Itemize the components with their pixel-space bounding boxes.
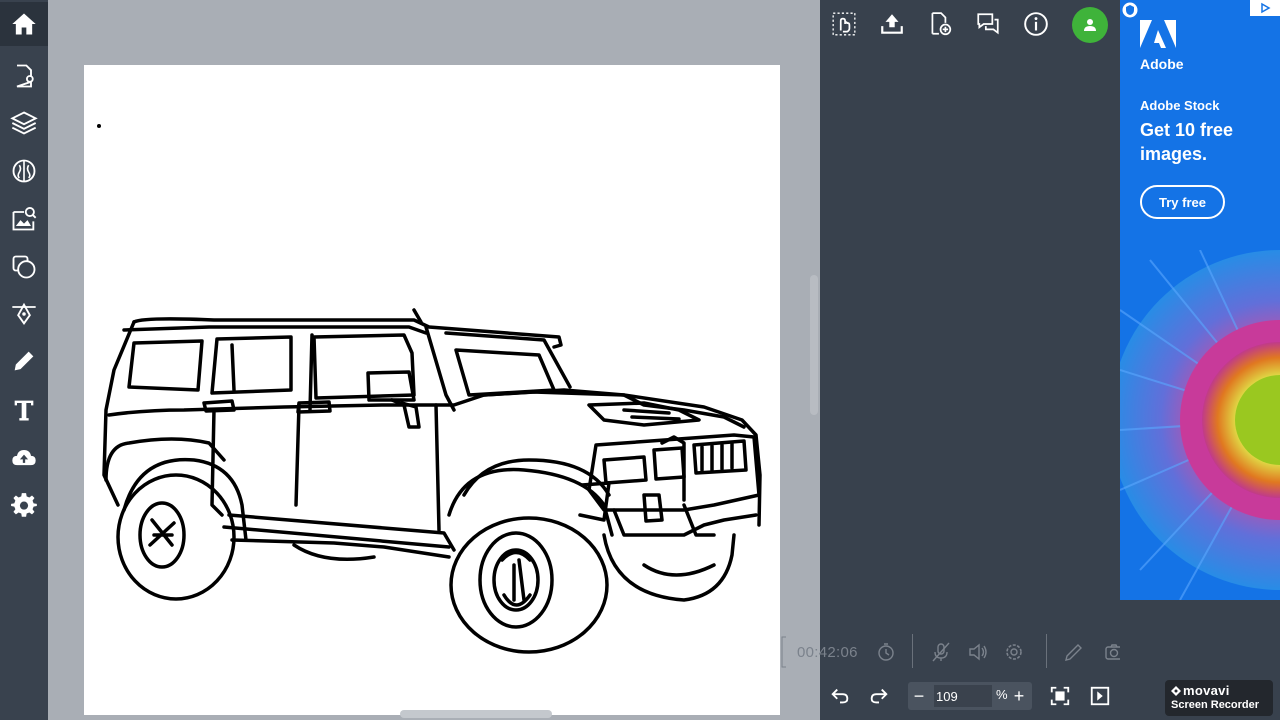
add-page-icon — [931, 12, 952, 36]
touch-mode-button[interactable] — [828, 8, 860, 40]
layers-icon — [10, 111, 38, 135]
canvas-workspace — [48, 0, 820, 720]
adobe-logo-icon — [1140, 20, 1176, 48]
adchoices-icon — [1261, 2, 1271, 14]
ad-headline: Get 10 free images. — [1140, 120, 1234, 164]
ad-shield-icon — [1122, 2, 1138, 18]
export-button[interactable] — [876, 8, 908, 40]
hand-touch-icon — [832, 12, 856, 36]
timer-icon[interactable] — [875, 641, 897, 663]
fit-screen-icon — [1050, 686, 1070, 706]
panel-toggle-icon — [1090, 686, 1110, 706]
info-icon — [1024, 12, 1048, 36]
zoom-in-button[interactable]: + — [1008, 684, 1030, 708]
zoom-out-button[interactable]: − — [908, 684, 930, 708]
upload-button[interactable] — [0, 435, 48, 479]
ad-product: Adobe Stock — [1140, 98, 1220, 113]
horizontal-scrollbar[interactable] — [400, 710, 552, 718]
flower-image — [1120, 250, 1280, 600]
vector-pen-icon — [12, 302, 36, 325]
settings-button[interactable] — [0, 483, 48, 527]
vertical-scrollbar[interactable] — [810, 275, 818, 415]
zoom-control: − % + — [908, 682, 1032, 710]
zoom-unit: % — [996, 687, 1008, 702]
right-panel — [820, 0, 1120, 720]
comments-icon — [977, 13, 999, 35]
page-settings-button[interactable] — [0, 54, 48, 98]
fit-screen-button[interactable] — [1048, 684, 1072, 708]
movavi-name: movavi — [1183, 683, 1230, 698]
vector-pen-button[interactable] — [0, 292, 48, 336]
home-icon — [12, 13, 36, 35]
cloud-upload-icon — [12, 450, 36, 466]
movavi-logo-icon — [1171, 686, 1181, 696]
info-button[interactable] — [1020, 8, 1052, 40]
add-page-button[interactable] — [924, 8, 956, 40]
left-toolbar — [0, 0, 48, 720]
brain-button[interactable] — [0, 149, 48, 193]
shapes-icon — [12, 255, 36, 279]
recorder-separator — [912, 634, 913, 668]
recording-time: 00:42:06 — [797, 644, 858, 661]
image-search-button[interactable] — [0, 197, 48, 241]
undo-icon — [831, 688, 849, 704]
stray-dot — [97, 124, 101, 128]
car-line-drawing — [102, 308, 762, 654]
export-icon — [881, 14, 903, 34]
speaker-icon[interactable] — [967, 641, 989, 663]
recorder-separator — [1046, 634, 1047, 668]
user-avatar-icon — [1084, 19, 1096, 31]
brain-icon — [12, 159, 36, 183]
page-settings-icon — [16, 64, 34, 88]
recorder-bracket-icon — [781, 636, 786, 668]
screen-recorder-toolbar: 00:42:06 — [781, 632, 1123, 672]
redo-icon — [870, 688, 888, 704]
adchoices-button[interactable] — [1250, 0, 1280, 16]
movavi-subtitle: Screen Recorder — [1171, 699, 1260, 711]
toggle-panel-button[interactable] — [1088, 684, 1112, 708]
ad-brand: Adobe — [1140, 56, 1184, 72]
microphone-muted-icon[interactable] — [930, 641, 952, 663]
movavi-watermark: movavi Screen Recorder — [1165, 680, 1273, 716]
zoom-input[interactable] — [934, 685, 992, 707]
image-search-icon — [12, 206, 37, 231]
user-avatar[interactable] — [1072, 7, 1108, 43]
pencil-icon — [14, 351, 34, 371]
text-button[interactable] — [0, 388, 48, 432]
home-button[interactable] — [0, 2, 48, 46]
comments-button[interactable] — [972, 8, 1004, 40]
ad-cta-button[interactable]: Try free — [1140, 185, 1225, 219]
annotate-pencil-icon[interactable] — [1063, 641, 1085, 663]
recorder-settings-icon[interactable] — [1003, 641, 1025, 663]
shapes-button[interactable] — [0, 245, 48, 289]
pencil-button[interactable] — [0, 339, 48, 383]
adobe-stock-ad[interactable]: Adobe Adobe Stock Get 10 free images. Tr… — [1120, 0, 1280, 600]
undo-button[interactable] — [828, 684, 852, 708]
text-icon — [14, 400, 34, 421]
bottom-controls: − % + — [820, 676, 1120, 716]
layers-button[interactable] — [0, 101, 48, 145]
gear-icon — [11, 493, 37, 517]
redo-button[interactable] — [867, 684, 891, 708]
drawing-page[interactable] — [84, 65, 780, 715]
top-icon-bar — [820, 0, 1120, 50]
